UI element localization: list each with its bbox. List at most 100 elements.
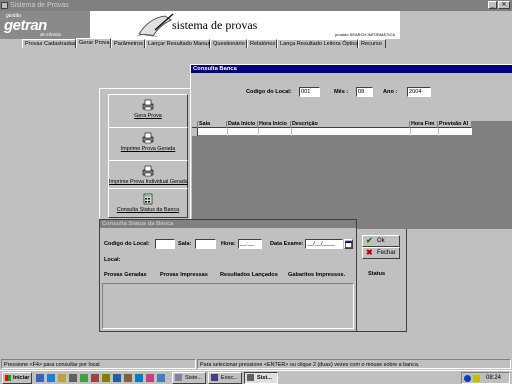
col-sala: Sala bbox=[198, 121, 227, 128]
tab-label: Provas Cadastradas bbox=[25, 41, 76, 47]
consulta-banca-title: Consulta Banca bbox=[191, 65, 512, 73]
tab-label: Relatórios bbox=[250, 41, 276, 47]
volume-icon[interactable] bbox=[473, 375, 480, 382]
col-resultados-lancados: Resultados Lançados bbox=[220, 272, 278, 278]
window-title: Sistema de Provas bbox=[10, 2, 69, 9]
tab-relatorios[interactable]: Relatórios bbox=[247, 39, 277, 48]
status-right: Para selecionar pressione <ENTER> ou cli… bbox=[197, 359, 511, 369]
printer-icon bbox=[142, 165, 154, 177]
sala-input[interactable] bbox=[195, 239, 216, 249]
tray-icon[interactable] bbox=[464, 375, 471, 382]
task-button-sist[interactable]: Sist... bbox=[244, 372, 278, 384]
col-data-inicio: Data Inicio bbox=[227, 121, 258, 128]
close-x-icon: ✖ bbox=[366, 248, 373, 257]
quicklaunch-icon[interactable] bbox=[80, 374, 88, 382]
close-button[interactable]: ✕ bbox=[498, 1, 510, 9]
quicklaunch-icon[interactable] bbox=[91, 374, 99, 382]
window-title-bar: Sistema de Provas bbox=[0, 0, 512, 11]
quicklaunch-icon[interactable] bbox=[146, 374, 154, 382]
tab-lanca-resultado-leitora[interactable]: Lança Resultado Leitora Óptica bbox=[277, 39, 358, 48]
tab-provas-cadastradas[interactable]: Provas Cadastradas bbox=[22, 39, 76, 48]
app-name: sistema de provas bbox=[172, 18, 258, 32]
tab-gerar-prova[interactable]: Gerar Prova bbox=[76, 38, 111, 48]
app-task-icon bbox=[211, 374, 218, 381]
tab-questionario[interactable]: Questionário bbox=[210, 39, 247, 48]
task-button-exec[interactable]: Exec... bbox=[208, 372, 242, 384]
col-hora-fim: Hora Fim bbox=[410, 121, 438, 128]
task-label: Siste... bbox=[185, 375, 203, 381]
banner-white-area: sistema de provas produto SEARCH INFORMÁ… bbox=[90, 11, 400, 39]
tab-label: Lança Resultado Leitora Óptica bbox=[280, 41, 359, 47]
quicklaunch-icon[interactable] bbox=[157, 374, 165, 382]
consulta-banca-window: Consulta Banca Codigo do Local: 001 Mês … bbox=[190, 64, 512, 229]
mes-input[interactable]: 08 bbox=[356, 87, 373, 97]
tab-lancar-resultado-manual[interactable]: Lançar Resultado Manual bbox=[145, 39, 212, 48]
imprime-prova-label: Imprime Prova Gerada bbox=[120, 146, 176, 152]
grid-row[interactable] bbox=[192, 128, 472, 136]
ok-button[interactable]: ✔ Ok bbox=[362, 235, 400, 247]
task-label: Sist... bbox=[257, 375, 272, 381]
calculator-icon bbox=[143, 193, 153, 205]
status-column-label: Status bbox=[368, 271, 386, 277]
sala-label: Sala: bbox=[178, 241, 192, 247]
taskbar: Iniciar Siste... Exec... Sist... 08:24 bbox=[0, 370, 512, 384]
calendar-icon bbox=[345, 241, 352, 248]
col-provas-geradas: Provas Geradas bbox=[104, 272, 147, 278]
status-banca-window: Consulta Status da Banca Codigo do Local… bbox=[99, 219, 386, 332]
quicklaunch-icon[interactable] bbox=[36, 374, 44, 382]
status-codigo-input[interactable] bbox=[155, 239, 175, 249]
banca-grid[interactable]: Sala Data Inicio Hora Inicio Descrição H… bbox=[192, 121, 512, 229]
banner-right-filler bbox=[400, 11, 512, 39]
consulta-status-button[interactable]: Consulta Status da Banca bbox=[108, 188, 188, 218]
tab-recurso[interactable]: Recurso bbox=[358, 39, 386, 48]
fechar-label: Fechar bbox=[377, 250, 396, 256]
checkmark-icon: ✔ bbox=[366, 236, 373, 245]
quicklaunch-icon[interactable] bbox=[47, 374, 55, 382]
status-bar: Pressione <F4> para consultar por local … bbox=[0, 358, 512, 370]
calendar-button[interactable] bbox=[344, 239, 353, 249]
status-left: Pressione <F4> para consultar por local bbox=[1, 359, 196, 369]
consulta-status-label: Consulta Status da Banca bbox=[116, 207, 180, 213]
status-banca-title: Consulta Status da Banca bbox=[100, 220, 356, 228]
local-label: Local: bbox=[104, 257, 121, 263]
imprime-individual-label: Imprime Prova Individual Gerada bbox=[109, 179, 188, 185]
start-button[interactable]: Iniciar bbox=[2, 372, 32, 384]
quicklaunch-icon[interactable] bbox=[135, 374, 143, 382]
tab-label: Lançar Resultado Manual bbox=[148, 41, 212, 47]
banner: gestão getran de trânsito sistema de pro… bbox=[0, 11, 512, 39]
hora-label: Hora: bbox=[221, 241, 236, 247]
start-label: Iniciar bbox=[13, 375, 30, 381]
ano-label: Ano : bbox=[383, 89, 398, 95]
grid-header: Sala Data Inicio Hora Inicio Descrição H… bbox=[192, 121, 472, 128]
logo-sub-text: de trânsito bbox=[40, 32, 62, 37]
minimize-button[interactable]: _ bbox=[488, 1, 497, 9]
data-exame-label: Data Exame: bbox=[270, 241, 304, 247]
hora-input[interactable]: __:__ bbox=[238, 239, 262, 249]
credit-text: produto SEARCH INFORMÁTICA bbox=[335, 32, 396, 37]
task-button-siste[interactable]: Siste... bbox=[172, 372, 206, 384]
task-label: Exec... bbox=[221, 375, 239, 381]
quicklaunch-icon[interactable] bbox=[58, 374, 66, 382]
col-previsao: Previsão Al bbox=[438, 121, 472, 128]
fechar-button[interactable]: ✖ Fechar bbox=[362, 247, 400, 259]
col-gabaritos-impressos: Gabaritos Impressos. bbox=[288, 272, 346, 278]
tab-parametros[interactable]: Parâmetros bbox=[111, 39, 145, 48]
row-indicator bbox=[192, 128, 198, 136]
printer-icon bbox=[142, 99, 154, 111]
quicklaunch-icon[interactable] bbox=[69, 374, 77, 382]
imprime-prova-button[interactable]: Imprime Prova Gerada bbox=[108, 127, 188, 161]
data-exame-input[interactable]: __/__/____ bbox=[305, 239, 343, 249]
ano-input[interactable]: 2004 bbox=[407, 87, 431, 97]
quicklaunch-icon[interactable] bbox=[102, 374, 110, 382]
codigo-local-input[interactable]: 001 bbox=[299, 87, 320, 97]
app-task-icon bbox=[247, 374, 254, 381]
gera-prova-button[interactable]: Gera Prova bbox=[108, 94, 188, 128]
status-codigo-label: Codigo do Local: bbox=[104, 241, 150, 247]
status-results-area bbox=[102, 283, 354, 329]
quicklaunch-icon[interactable] bbox=[124, 374, 132, 382]
logo-area: gestão getran de trânsito bbox=[0, 11, 90, 39]
gera-prova-label: Gera Prova bbox=[134, 113, 162, 119]
quicklaunch-icon[interactable] bbox=[113, 374, 121, 382]
col-provas-impressas: Provas Impressas bbox=[160, 272, 208, 278]
mes-label: Mês : bbox=[334, 89, 349, 95]
